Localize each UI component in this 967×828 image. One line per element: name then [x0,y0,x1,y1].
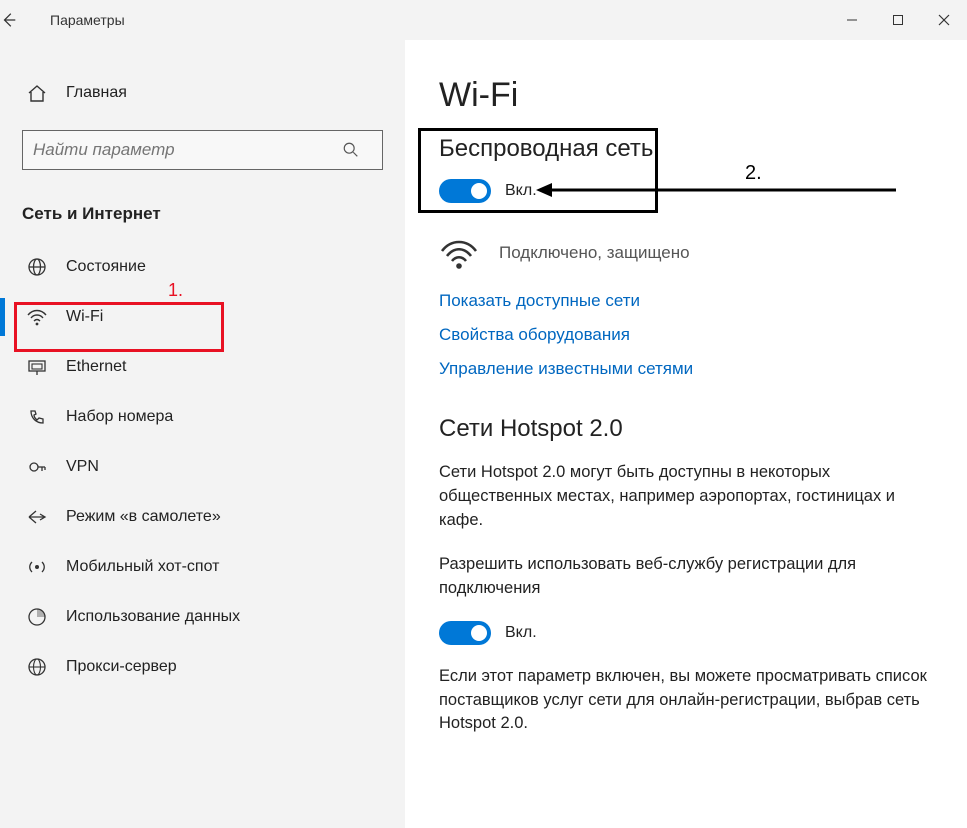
sidebar-item-wifi[interactable]: Wi-Fi [0,292,405,342]
hotspot2-desc1: Сети Hotspot 2.0 могут быть доступны в н… [439,461,927,533]
globe-status-icon [26,256,48,278]
content: Wi-Fi Беспроводная сеть Вкл. Подключено,… [405,40,967,828]
sidebar-home[interactable]: Главная [0,72,405,114]
search-icon [342,141,382,159]
wireless-toggle-row: Вкл. [439,179,927,203]
hotspot2-desc2: Если этот параметр включен, вы можете пр… [439,665,927,737]
sidebar-item-dialup[interactable]: Набор номера [0,392,405,442]
sidebar-item-status[interactable]: Состояние [0,242,405,292]
sidebar-item-data-usage[interactable]: Использование данных [0,592,405,642]
connection-status-text: Подключено, защищено [499,243,690,263]
hotspot-icon [26,556,48,578]
wireless-toggle-label: Вкл. [505,182,537,200]
airplane-icon [26,506,48,528]
minimize-button[interactable] [829,0,875,40]
connection-status-row: Подключено, защищено [439,233,927,273]
data-usage-icon [26,606,48,628]
vpn-icon [26,456,48,478]
sidebar-item-label: Мобильный хот-спот [66,558,219,576]
titlebar: Параметры [0,0,967,40]
dialup-icon [26,406,48,428]
back-button[interactable] [0,11,50,29]
sidebar-item-vpn[interactable]: VPN [0,442,405,492]
search-input-wrap[interactable] [22,130,383,170]
ethernet-icon [26,356,48,378]
sidebar-nav: Состояние Wi-Fi Ethernet Набор номера [0,242,405,692]
wifi-signal-icon [439,233,479,273]
sidebar-item-label: Wi-Fi [66,308,103,326]
sidebar-item-label: Прокси-сервер [66,658,177,676]
sidebar-category: Сеть и Интернет [0,192,405,242]
sidebar-item-label: Состояние [66,258,146,276]
search-input[interactable] [23,140,342,160]
hotspot2-toggle-label: Вкл. [505,624,537,642]
hotspot2-allow-label: Разрешить использовать веб-службу регист… [439,553,927,601]
sidebar-item-label: Использование данных [66,608,240,626]
section-wireless-heading: Беспроводная сеть [439,135,927,163]
sidebar-item-label: Набор номера [66,408,173,426]
sidebar-item-proxy[interactable]: Прокси-сервер [0,642,405,692]
hotspot2-toggle-row: Вкл. [439,621,927,645]
wireless-toggle[interactable] [439,179,491,203]
sidebar-item-airplane[interactable]: Режим «в самолете» [0,492,405,542]
link-manage-known[interactable]: Управление известными сетями [439,359,927,379]
link-hardware-props[interactable]: Свойства оборудования [439,325,927,345]
sidebar-item-ethernet[interactable]: Ethernet [0,342,405,392]
page-title: Wi-Fi [439,76,927,115]
close-button[interactable] [921,0,967,40]
hotspot2-toggle[interactable] [439,621,491,645]
section-hotspot2-heading: Сети Hotspot 2.0 [439,415,927,443]
wifi-icon [26,306,48,328]
home-icon [26,82,48,104]
window-title: Параметры [50,12,125,28]
proxy-icon [26,656,48,678]
sidebar-item-label: Ethernet [66,358,126,376]
maximize-button[interactable] [875,0,921,40]
sidebar-item-label: Режим «в самолете» [66,508,221,526]
sidebar: Главная Сеть и Интернет Состояние [0,40,405,828]
sidebar-home-label: Главная [66,84,127,102]
sidebar-item-label: VPN [66,458,99,476]
link-show-networks[interactable]: Показать доступные сети [439,291,927,311]
sidebar-item-hotspot[interactable]: Мобильный хот-спот [0,542,405,592]
